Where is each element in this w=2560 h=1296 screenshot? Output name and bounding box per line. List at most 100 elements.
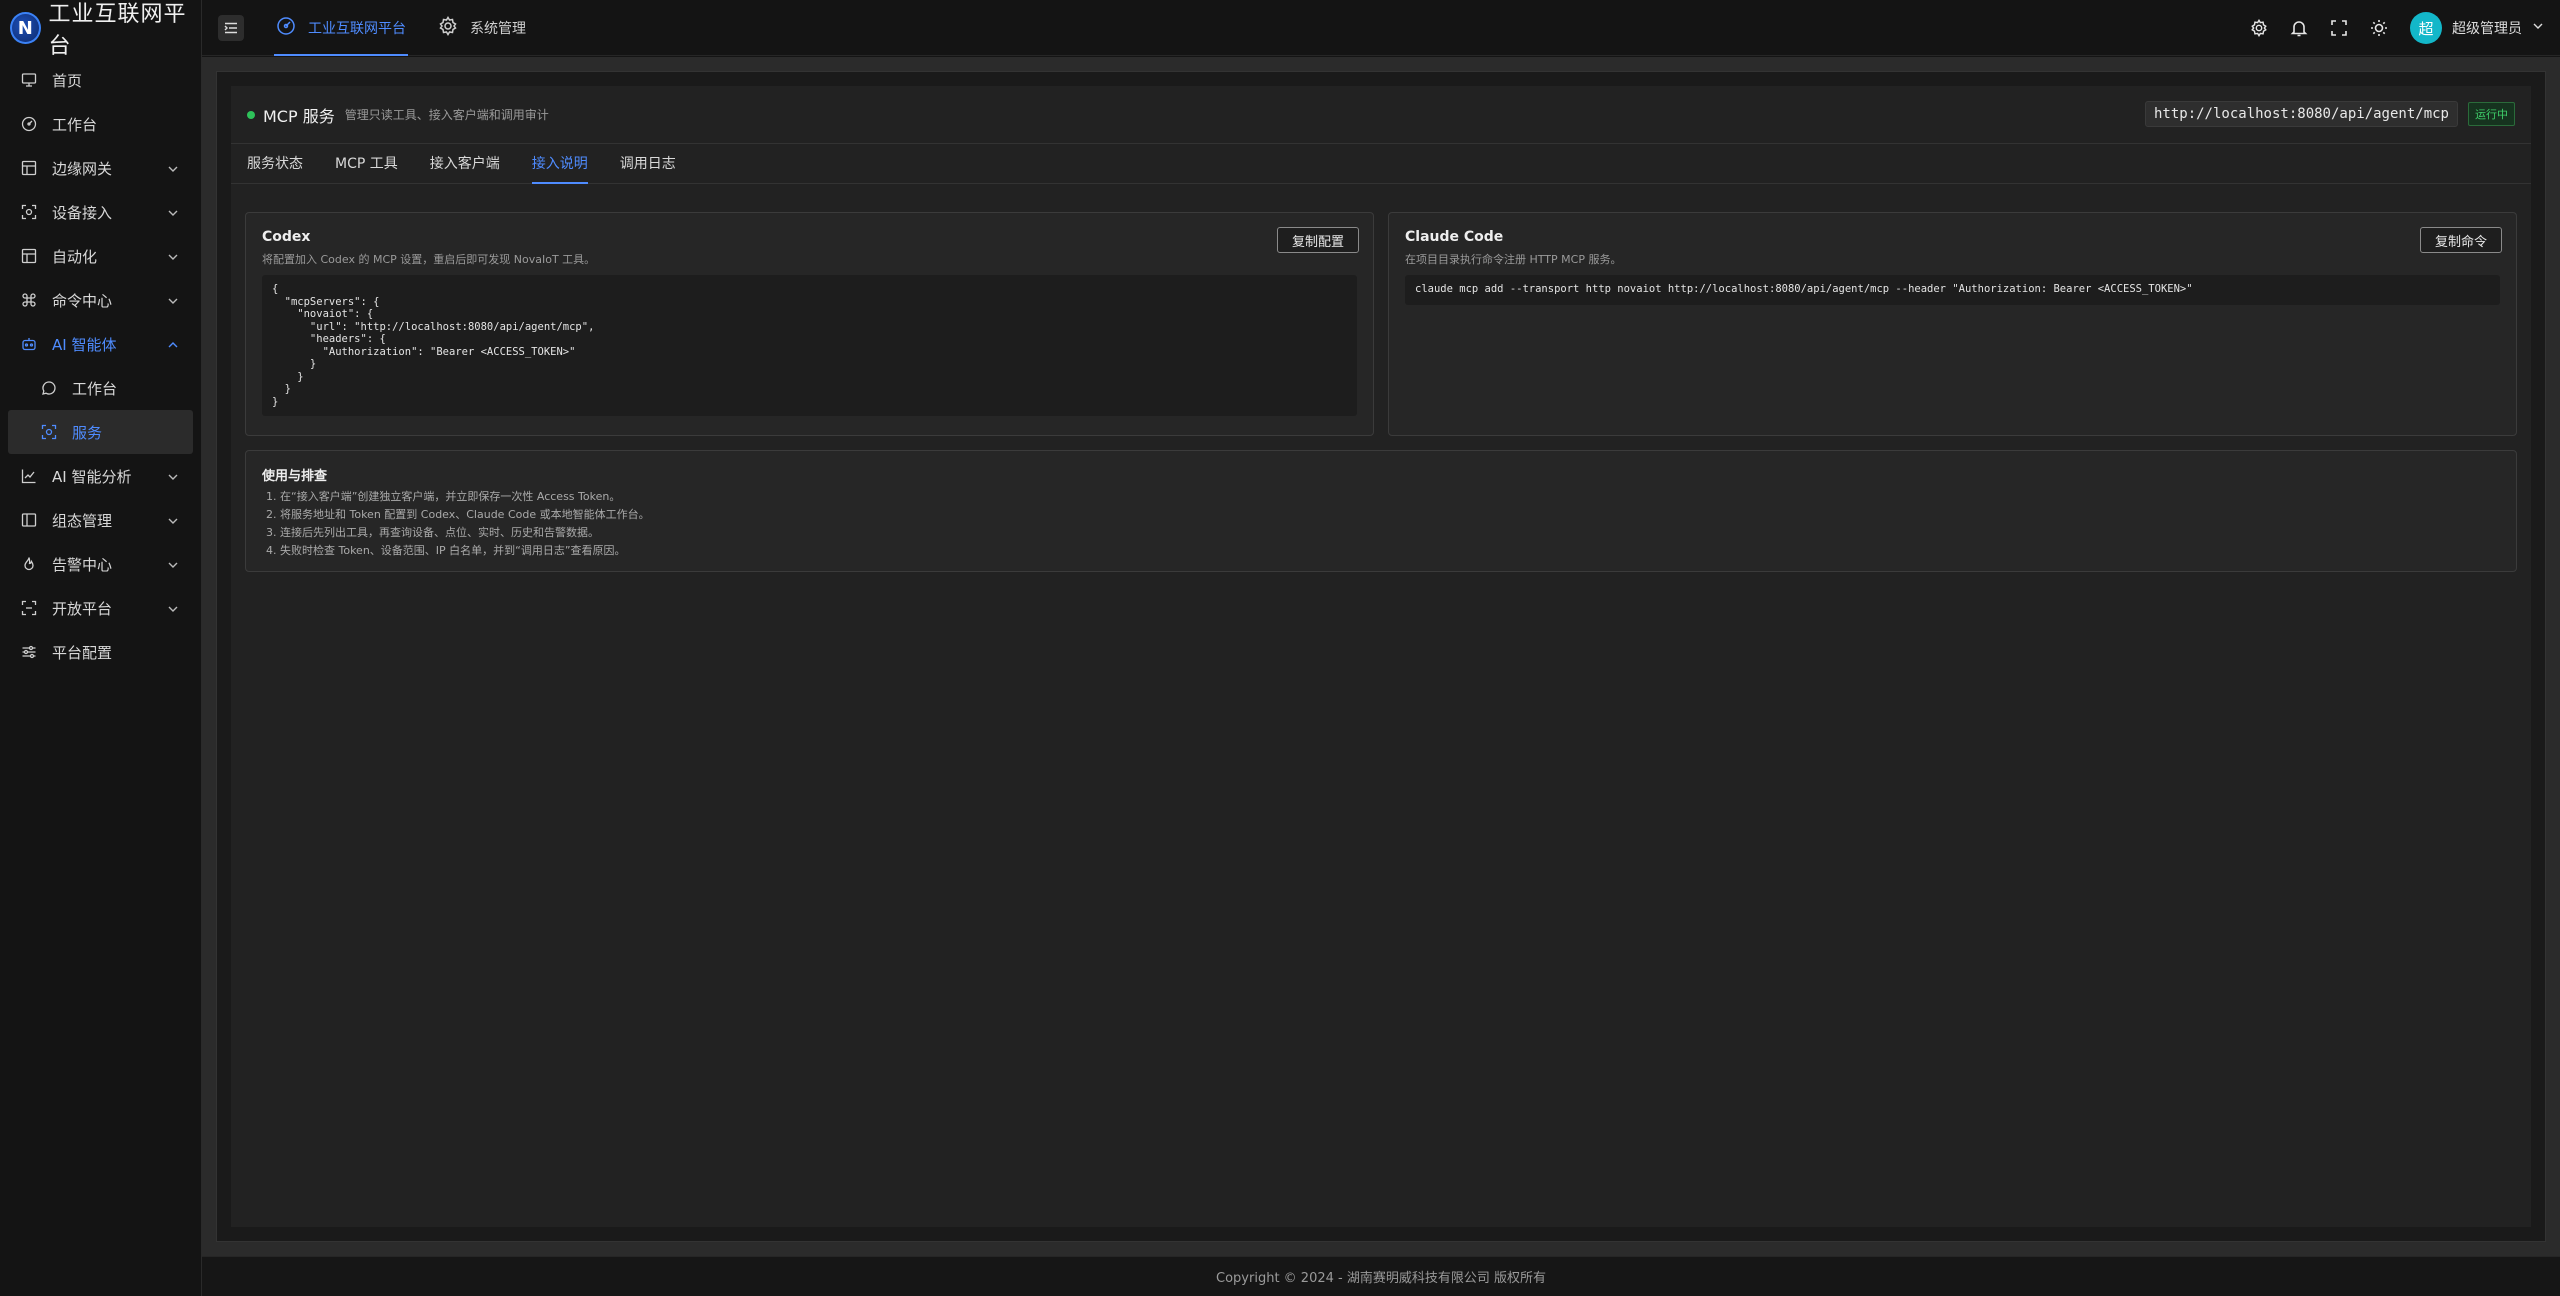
copy-command-button[interactable]: 复制命令 [2419, 227, 2502, 253]
tab-mcp-tools[interactable]: MCP 工具 [335, 153, 398, 183]
chevron-down-icon [167, 557, 179, 575]
sidebar-item-label: 工作台 [52, 115, 98, 134]
service-subtitle: 管理只读工具、接入客户端和调用审计 [344, 108, 549, 122]
card-title: Claude Code [1405, 229, 1504, 245]
monitor-icon [20, 71, 38, 89]
sidebar-item-label: 设备接入 [52, 203, 113, 222]
footer: Copyright © 2024 - 湖南赛明威科技有限公司 版权所有 [202, 1256, 2560, 1296]
tab-industrial-platform[interactable]: 工业互联网平台 [260, 0, 422, 56]
scan-icon [40, 423, 58, 441]
chat-icon [40, 379, 58, 397]
sidebar-item-alarm-center[interactable]: 告警中心 [0, 542, 201, 586]
list-item: 1. 在“接入客户端”创建独立客户端，并立即保存一次性 Access Token… [266, 490, 621, 503]
endpoint-url[interactable]: http://localhost:8080/api/agent/mcp [2144, 101, 2458, 127]
chevron-down-icon [2532, 20, 2544, 36]
chevron-down-icon [167, 601, 179, 619]
header-actions: 超 超级管理员 [2250, 0, 2544, 56]
service-meta: http://localhost:8080/api/agent/mcp 运行中 [2144, 101, 2515, 127]
sidebar-item-label: 工作台 [72, 379, 118, 398]
service-header: MCP 服务 管理只读工具、接入客户端和调用审计 http://localhos… [231, 86, 2531, 144]
avatar: 超 [2410, 12, 2442, 44]
dashboard-icon [276, 16, 296, 40]
sidebar-item-ai-workbench[interactable]: 工作台 [0, 366, 201, 410]
robot-icon [20, 335, 38, 353]
menu-fold-icon [224, 22, 237, 33]
tab-system-management[interactable]: 系统管理 [422, 0, 542, 56]
gear-icon [438, 15, 458, 40]
sidebar-item-automation[interactable]: 自动化 [0, 234, 201, 278]
card-description: 将配置加入 Codex 的 MCP 设置，重启后即可发现 NovaIoT 工具。 [262, 253, 596, 266]
sidebar-item-label: 服务 [72, 423, 103, 442]
sidebar-item-ai-agent[interactable]: AI 智能体 [0, 322, 201, 366]
sun-icon[interactable] [2370, 19, 2388, 37]
copyright-text: Copyright © 2024 - 湖南赛明威科技有限公司 版权所有 [1216, 1271, 1546, 1286]
sidebar-item-ai-analysis[interactable]: AI 智能分析 [0, 454, 201, 498]
sidebar-item-home[interactable]: 首页 [0, 58, 201, 102]
status-dot [247, 110, 255, 119]
outer-panel: MCP 服务 管理只读工具、接入客户端和调用审计 http://localhos… [216, 71, 2546, 1242]
tab-call-logs[interactable]: 调用日志 [620, 153, 676, 183]
brand[interactable]: N 工业互联网平台 [0, 0, 201, 59]
command-code-block[interactable]: claude mcp add --transport http novaiot … [1405, 275, 2500, 305]
chevron-down-icon [167, 205, 179, 223]
gateway-icon [20, 159, 38, 177]
sidebar-item-edge-gateway[interactable]: 边缘网关 [0, 146, 201, 190]
sidebar-item-config-management[interactable]: 组态管理 [0, 498, 201, 542]
top-header: 工业互联网平台 系统管理 超 超级管理员 [202, 0, 2560, 56]
list-item: 4. 失败时检查 Token、设备范围、IP 白名单，并到“调用日志”查看原因。 [266, 544, 626, 557]
panel-icon [20, 511, 38, 529]
sidebar-item-label: 告警中心 [52, 555, 113, 574]
device-scan-icon [20, 203, 38, 221]
sliders-icon [20, 643, 38, 661]
sidebar-item-device-access[interactable]: 设备接入 [0, 190, 201, 234]
card-title: Codex [262, 229, 311, 245]
line-chart-icon [20, 467, 38, 485]
tab-instructions[interactable]: 接入说明 [531, 153, 588, 184]
user-name: 超级管理员 [2452, 21, 2522, 37]
status-badge: 运行中 [2468, 102, 2515, 126]
sidebar-item-label: 平台配置 [52, 643, 113, 662]
user-menu[interactable]: 超 超级管理员 [2410, 12, 2544, 44]
service-title: MCP 服务 [263, 106, 335, 126]
chevron-up-icon [167, 337, 179, 355]
mcp-service-panel: MCP 服务 管理只读工具、接入客户端和调用审计 http://localhos… [231, 86, 2531, 1227]
config-code-block[interactable]: { "mcpServers": { "novaiot": { "url": "h… [262, 275, 1357, 416]
sidebar-item-command-center[interactable]: 命令中心 [0, 278, 201, 322]
sidebar-item-label: 首页 [52, 71, 83, 90]
sidebar-item-label: 组态管理 [52, 511, 113, 530]
card-description: 在项目目录执行命令注册 HTTP MCP 服务。 [1405, 253, 1622, 266]
sidebar-item-label: AI 智能体 [52, 335, 117, 354]
sidebar-item-label: AI 智能分析 [52, 467, 132, 486]
sidebar-item-open-platform[interactable]: 开放平台 [0, 586, 201, 630]
tab-service-status[interactable]: 服务状态 [247, 153, 303, 183]
brand-title: 工业互联网平台 [48, 2, 187, 59]
fullscreen-icon[interactable] [2330, 19, 2348, 37]
codex-card: Codex 将配置加入 Codex 的 MCP 设置，重启后即可发现 NovaI… [245, 212, 1374, 436]
sidebar-item-workbench[interactable]: 工作台 [0, 102, 201, 146]
brand-logo-icon: N [10, 12, 41, 44]
sidebar-toggle-button[interactable] [218, 14, 244, 41]
fire-icon [20, 555, 38, 573]
sidebar-item-label: 自动化 [52, 247, 98, 266]
chevron-down-icon [167, 469, 179, 487]
client-cards: Codex 将配置加入 Codex 的 MCP 设置，重启后即可发现 NovaI… [245, 212, 2517, 436]
sidebar-item-label: 开放平台 [52, 599, 113, 618]
sidebar-menu: 首页 工作台 边缘网关 设备接入 自动化 命令中心 AI 智能体 工作台 服务 … [0, 58, 201, 674]
api-icon [20, 599, 38, 617]
tab-label: 系统管理 [470, 20, 526, 37]
layout-icon [20, 247, 38, 265]
copy-config-button[interactable]: 复制配置 [1276, 227, 1359, 253]
settings-icon[interactable] [2250, 19, 2268, 37]
chevron-down-icon [167, 161, 179, 179]
tab-clients[interactable]: 接入客户端 [430, 153, 500, 183]
claude-code-card: Claude Code 在项目目录执行命令注册 HTTP MCP 服务。 复制命… [1388, 212, 2517, 436]
tab-label: 工业互联网平台 [308, 20, 406, 37]
usage-guide: 使用与排查 1. 在“接入客户端”创建独立客户端，并立即保存一次性 Access… [245, 450, 2517, 572]
chevron-down-icon [167, 293, 179, 311]
bell-icon[interactable] [2290, 19, 2308, 37]
sidebar-item-platform-config[interactable]: 平台配置 [0, 630, 201, 674]
command-icon [20, 291, 38, 309]
chevron-down-icon [167, 513, 179, 531]
sidebar-item-service[interactable]: 服务 [8, 410, 193, 454]
sidebar-item-label: 命令中心 [52, 291, 113, 310]
